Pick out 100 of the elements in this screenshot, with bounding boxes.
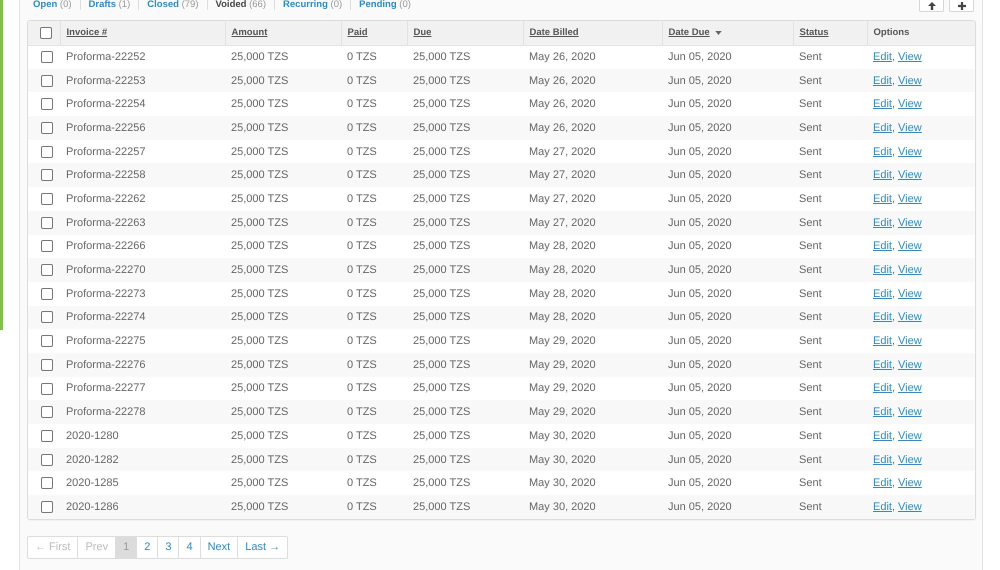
row-checkbox[interactable] [40, 406, 52, 418]
column-header[interactable]: Status [800, 27, 829, 38]
option-link[interactable]: View [898, 454, 922, 466]
plus-icon [958, 2, 966, 10]
option-link[interactable]: View [898, 169, 922, 182]
row-checkbox[interactable] [40, 311, 52, 324]
option-link[interactable]: Edit [873, 146, 892, 158]
option-link[interactable]: View [898, 406, 922, 418]
page-link[interactable]: 3 [157, 536, 180, 559]
option-link[interactable]: Edit [873, 51, 892, 64]
page-link[interactable]: 1 [115, 536, 138, 559]
page-link[interactable]: Next [200, 536, 238, 559]
option-link[interactable]: View [898, 358, 922, 371]
option-link[interactable]: View [898, 146, 922, 158]
table-cell: Sent [799, 335, 822, 348]
option-link[interactable]: View [898, 335, 922, 348]
table-cell: Jun 05, 2020 [668, 500, 732, 513]
column-header[interactable]: Date Billed [530, 27, 579, 38]
select-all-checkbox[interactable] [40, 26, 52, 39]
option-link[interactable]: View [898, 240, 922, 252]
option-link[interactable]: Edit [873, 169, 892, 182]
option-link[interactable]: View [898, 216, 922, 229]
row-checkbox[interactable] [40, 454, 52, 466]
table-cell: 25,000 TZS [413, 146, 470, 158]
option-link[interactable]: Edit [873, 500, 892, 513]
row-checkbox[interactable] [40, 169, 52, 182]
column-header[interactable]: Paid [348, 27, 368, 38]
table-cell: Proforma-22256 [66, 122, 146, 134]
table-cell: 25,000 TZS [413, 192, 470, 205]
filter-tab[interactable]: Recurring (0) [274, 0, 350, 10]
option-link[interactable]: View [898, 288, 922, 300]
option-link[interactable]: Edit [873, 216, 892, 229]
option-link[interactable]: Edit [873, 122, 892, 134]
sort-caret-icon [714, 30, 722, 35]
row-checkbox[interactable] [40, 146, 52, 158]
table-cell: Jun 05, 2020 [668, 311, 732, 324]
page-link[interactable]: 4 [178, 536, 201, 559]
row-checkbox[interactable] [40, 122, 52, 134]
row-checkbox[interactable] [40, 193, 52, 206]
option-link[interactable]: Edit [873, 311, 892, 324]
page-link[interactable]: Last → [237, 536, 288, 559]
option-link[interactable]: Edit [873, 240, 892, 252]
option-link[interactable]: View [898, 311, 922, 324]
column-header[interactable]: Date Due [668, 27, 722, 38]
table-cell: Sent [799, 430, 822, 442]
row-checkbox[interactable] [40, 288, 52, 300]
filter-tab[interactable]: Open (0) [33, 0, 80, 10]
option-link[interactable]: Edit [873, 454, 892, 466]
option-link[interactable]: View [898, 74, 922, 87]
option-link[interactable]: Edit [873, 74, 892, 87]
column-header[interactable]: Invoice # [66, 27, 108, 38]
option-link[interactable]: Edit [873, 335, 892, 348]
column-header[interactable]: Due [414, 27, 432, 38]
table-cell: May 27, 2020 [529, 192, 596, 205]
option-link[interactable]: View [898, 264, 922, 276]
row-checkbox[interactable] [40, 358, 52, 371]
table-cell: 2020-1282 [66, 454, 119, 466]
filter-tab[interactable]: Pending (0) [350, 0, 419, 10]
table-cell: 25,000 TZS [413, 500, 470, 513]
option-link[interactable]: Edit [873, 477, 892, 490]
row-checkbox[interactable] [40, 382, 52, 395]
filter-tab[interactable]: Voided (66) [206, 0, 274, 10]
option-link[interactable]: Edit [873, 264, 892, 276]
option-link[interactable]: Edit [873, 98, 892, 110]
option-link[interactable]: View [898, 51, 922, 64]
option-link[interactable]: View [898, 500, 922, 513]
row-checkbox[interactable] [40, 335, 52, 348]
separator-text: , [892, 74, 896, 87]
option-link[interactable]: View [898, 122, 922, 134]
filter-tab[interactable]: Drafts (1) [80, 0, 138, 10]
table-cell: Jun 05, 2020 [668, 335, 732, 348]
row-checkbox[interactable] [40, 74, 52, 87]
option-link[interactable]: Edit [873, 358, 892, 371]
table-cell: Jun 05, 2020 [668, 74, 732, 87]
table-cell: 0 TZS [347, 240, 377, 252]
option-link[interactable]: Edit [873, 406, 892, 418]
table-cell: Jun 05, 2020 [668, 122, 732, 134]
row-checkbox[interactable] [40, 477, 52, 490]
row-checkbox[interactable] [40, 500, 52, 513]
row-checkbox[interactable] [40, 216, 52, 229]
option-link[interactable]: Edit [873, 382, 892, 394]
option-link[interactable]: View [898, 98, 922, 110]
option-link[interactable]: Edit [873, 430, 892, 442]
table-cell: Jun 05, 2020 [668, 454, 732, 466]
option-link[interactable]: View [898, 430, 922, 442]
row-checkbox[interactable] [40, 264, 52, 276]
option-link[interactable]: View [898, 192, 922, 205]
row-checkbox[interactable] [40, 240, 52, 252]
row-checkbox[interactable] [40, 430, 52, 442]
page-link[interactable]: 2 [136, 536, 158, 559]
option-link[interactable]: View [898, 477, 922, 490]
option-link[interactable]: View [898, 382, 922, 394]
option-link[interactable]: Edit [873, 192, 892, 205]
row-checkbox[interactable] [40, 98, 52, 110]
row-checkbox[interactable] [40, 51, 52, 64]
table-cell: 25,000 TZS [231, 98, 288, 110]
column-header[interactable]: Amount [232, 27, 268, 38]
table-cell: Jun 05, 2020 [668, 146, 732, 158]
option-link[interactable]: Edit [873, 288, 892, 300]
filter-tab[interactable]: Closed (79) [138, 0, 206, 10]
